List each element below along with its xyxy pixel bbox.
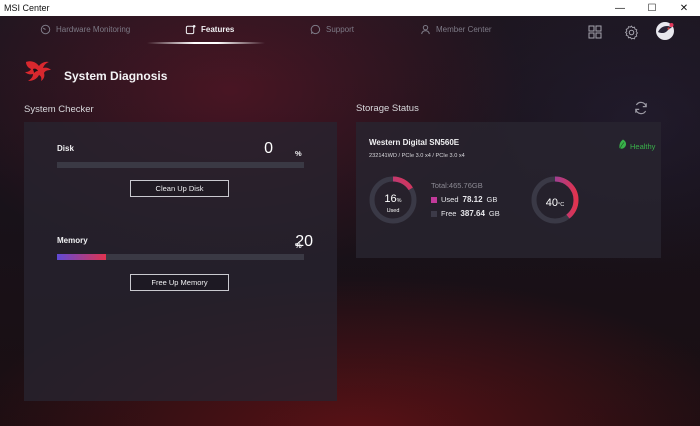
disk-value: 0 [264,140,273,157]
system-checker-panel: Disk 0 % Clean Up Disk Memory 20 % Free … [24,122,337,401]
support-icon [310,24,321,35]
usage-value: 16 [384,193,397,205]
used-unit: GB [486,195,498,204]
used-label: Used [441,195,459,204]
used-legend: Used 78.12 GB [431,195,497,204]
tab-hardware-monitoring[interactable]: Hardware Monitoring [40,16,130,43]
tab-member-center[interactable]: Member Center [420,16,492,43]
tab-support[interactable]: Support [310,16,354,43]
total-capacity: Total:465.76GB [431,181,483,190]
gauge-icon [40,24,51,35]
storage-drive-card: Western Digital SN560E 232141WD / PCIe 3… [356,122,661,258]
tab-label: Features [201,25,235,34]
free-legend: Free 387.64 GB [431,209,500,218]
drive-details: 232141WD / PCIe 3.0 x4 / PCIe 3.0 x4 [369,153,465,159]
health-status: Healthy [618,137,655,155]
system-checker-heading: System Checker [24,104,94,115]
health-status-text: Healthy [630,141,656,151]
leaf-icon [618,137,628,155]
refresh-icon[interactable] [633,100,649,116]
free-unit: GB [488,209,500,218]
dragon-logo-icon [22,58,54,93]
memory-usage-bar [57,254,304,260]
free-value: 387.64 [460,209,485,218]
window-titlebar: MSI Center — ☐ ✕ [0,0,700,16]
memory-usage-fill [57,254,107,260]
window-title: MSI Center [4,3,50,13]
minimize-button[interactable]: — [604,0,636,16]
user-icon [420,24,431,35]
free-swatch [431,210,437,217]
disk-unit: % [295,149,302,158]
disk-usage-bar [57,162,304,168]
free-up-memory-button[interactable]: Free Up Memory [130,274,229,291]
memory-unit: % [295,241,302,250]
tab-label: Hardware Monitoring [56,25,131,34]
storage-status-heading: Storage Status [356,103,419,114]
memory-label: Memory [57,236,88,245]
used-value: 78.12 [462,195,483,204]
temperature-value: 40 [545,197,559,209]
temperature-unit: °C [558,202,565,208]
drive-name: Western Digital SN560E [369,138,460,147]
disk-label: Disk [57,144,74,153]
usage-unit: % [396,198,402,204]
tab-label: Support [326,25,355,34]
page-title: System Diagnosis [64,68,168,83]
usage-label: Used [386,208,400,214]
used-swatch [431,196,437,203]
free-label: Free [441,209,457,218]
temperature-readout: 40°C [530,193,580,211]
msi-center-app: MSI Center — ☐ ✕ Hardware Monitoring Fea… [0,0,700,426]
maximize-button[interactable]: ☐ [636,0,668,16]
close-button[interactable]: ✕ [668,0,700,16]
active-tab-indicator [147,42,265,44]
page-header: System Diagnosis [22,58,167,93]
disk-usage-donut: 16% Used [368,175,418,225]
grid-icon[interactable] [585,22,605,42]
usage-readout: 16% Used [368,189,418,214]
tab-label: Member Center [436,25,492,34]
settings-gear-icon[interactable] [621,22,641,42]
memory-value: 20 [295,233,313,250]
avatar-icon[interactable] [655,21,675,41]
clean-up-disk-button[interactable]: Clean Up Disk [130,180,229,197]
temperature-donut: 40°C [530,175,580,225]
feature-icon [185,24,196,35]
tab-features[interactable]: Features [185,16,234,43]
